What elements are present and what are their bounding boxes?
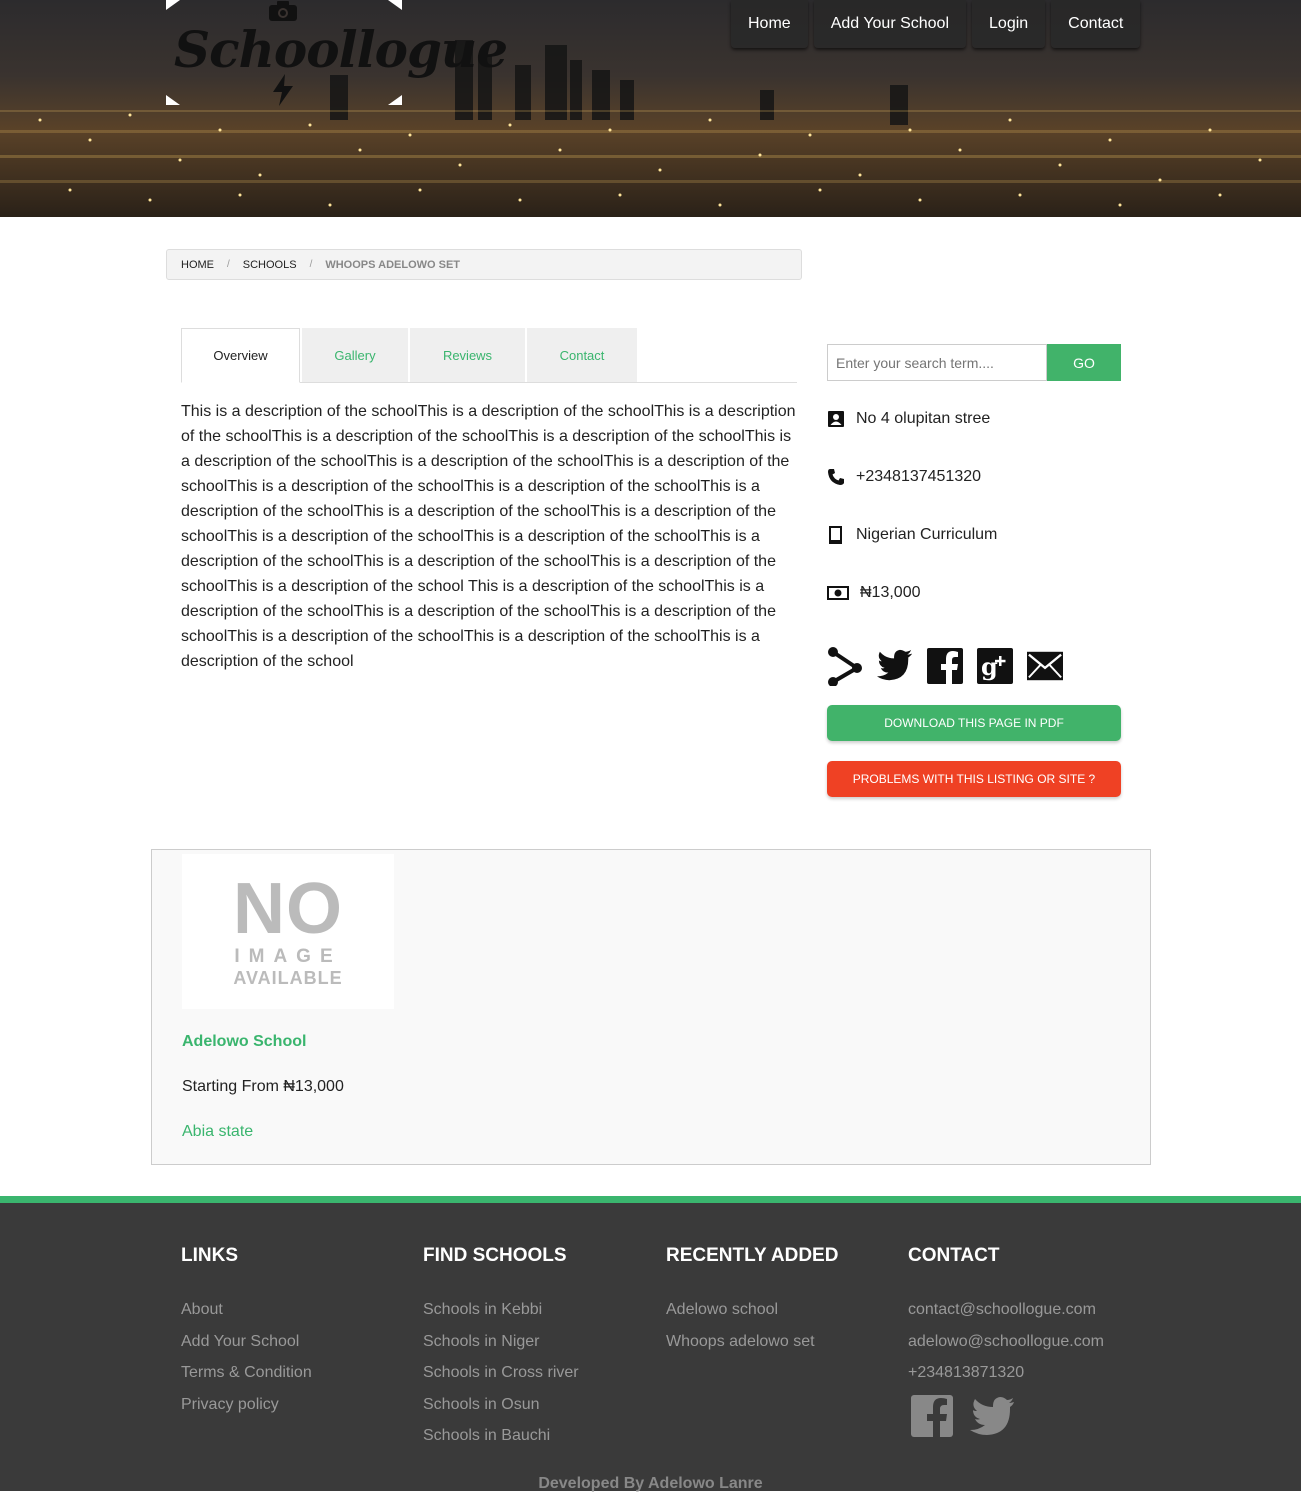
footer-link-add-school[interactable]: Add Your School — [181, 1326, 312, 1358]
footer-link-about[interactable]: About — [181, 1294, 312, 1326]
share-icon[interactable] — [827, 646, 863, 686]
footer-find-osun[interactable]: Schools in Osun — [423, 1389, 579, 1421]
footer-find-niger[interactable]: Schools in Niger — [423, 1326, 579, 1358]
footer-social — [909, 1393, 1015, 1439]
nav-login[interactable]: Login — [972, 0, 1046, 48]
tab-contact[interactable]: Contact — [527, 328, 637, 382]
school-state-link[interactable]: Abia state — [182, 1123, 253, 1141]
footer-link-terms[interactable]: Terms & Condition — [181, 1357, 312, 1389]
footer-twitter-icon[interactable] — [969, 1393, 1015, 1439]
tab-reviews[interactable]: Reviews — [410, 328, 525, 382]
twitter-icon[interactable] — [877, 646, 913, 686]
breadcrumb: HOME / SCHOOLS / WHOOPS ADELOWO SET — [166, 249, 802, 280]
search-input[interactable] — [827, 344, 1047, 381]
breadcrumb-home[interactable]: HOME — [181, 259, 214, 271]
site-footer: LINKS About Add Your School Terms & Cond… — [0, 1196, 1301, 1492]
logo-corner-tr — [388, 0, 402, 10]
camera-icon — [269, 1, 297, 21]
breadcrumb-schools[interactable]: SCHOOLS — [243, 259, 297, 271]
footer-link-privacy[interactable]: Privacy policy — [181, 1389, 312, 1421]
phone-icon — [828, 469, 844, 485]
footer-recent-column: RECENTLY ADDED Adelowo school Whoops ade… — [666, 1245, 838, 1357]
share-bar: g — [827, 646, 1063, 686]
footer-contact-phone: +234813871320 — [908, 1364, 1025, 1381]
hero-banner: Schoollogue Home Add Your School Login C… — [0, 0, 1301, 217]
footer-contact-email-1[interactable]: contact@schoollogue.com — [908, 1294, 1104, 1326]
breadcrumb-separator: / — [309, 259, 313, 270]
tab-overview[interactable]: Overview — [181, 328, 300, 383]
no-image-placeholder: NO IMAGE AVAILABLE — [182, 854, 394, 1009]
no-image-small-text: AVAILABLE — [233, 968, 343, 988]
no-image-big-text: NO — [233, 869, 343, 949]
search-form: GO — [827, 344, 1121, 381]
developer-credit: Developed By Adelowo Lanre — [538, 1475, 763, 1492]
contact-card-icon — [828, 411, 844, 427]
school-description: This is a description of the schoolThis … — [181, 403, 796, 670]
footer-facebook-icon[interactable] — [909, 1393, 955, 1439]
footer-contact-column: CONTACT contact@schoollogue.com adelowo@… — [908, 1245, 1104, 1389]
nav-contact[interactable]: Contact — [1051, 0, 1141, 48]
fee-row: ₦13,000 — [827, 584, 921, 602]
money-icon — [827, 586, 849, 600]
curriculum-row: Nigerian Curriculum — [827, 526, 997, 544]
google-plus-icon[interactable]: g — [977, 646, 1013, 686]
school-price: Starting From ₦13,000 — [182, 1078, 344, 1095]
email-icon[interactable] — [1027, 646, 1063, 686]
footer-find-bauchi[interactable]: Schools in Bauchi — [423, 1420, 579, 1452]
logo-corner-tl — [166, 0, 180, 10]
svg-text:g: g — [981, 652, 998, 681]
footer-find-title: FIND SCHOOLS — [423, 1245, 567, 1266]
footer-find-column: FIND SCHOOLS Schools in Kebbi Schools in… — [423, 1245, 579, 1452]
address-row: No 4 olupitan stree — [827, 410, 990, 428]
breadcrumb-current: WHOOPS ADELOWO SET — [325, 258, 461, 271]
footer-links-column: LINKS About Add Your School Terms & Cond… — [181, 1245, 312, 1420]
search-go-button[interactable]: GO — [1047, 344, 1121, 381]
book-icon — [829, 526, 842, 544]
no-image-mid-text: IMAGE — [234, 946, 342, 967]
breadcrumb-separator: / — [227, 259, 230, 270]
footer-find-cross-river[interactable]: Schools in Cross river — [423, 1357, 579, 1389]
logo-corner-br — [388, 95, 402, 105]
school-tabs: Overview Gallery Reviews Contact — [181, 328, 797, 383]
footer-links-title: LINKS — [181, 1245, 238, 1266]
facebook-icon[interactable] — [927, 646, 963, 686]
logo-corner-bl — [166, 95, 180, 105]
footer-recent-item[interactable]: Adelowo school — [666, 1294, 838, 1326]
download-pdf-button[interactable]: DOWNLOAD THIS PAGE IN PDF — [827, 705, 1121, 741]
address-text: No 4 olupitan stree — [856, 410, 991, 427]
fee-text: ₦13,000 — [860, 584, 921, 601]
site-logo[interactable]: Schoollogue — [166, 0, 508, 106]
main-nav: Home Add Your School Login Contact — [731, 0, 1141, 48]
phone-text: +2348137451320 — [856, 468, 982, 485]
logo-text: Schoollogue — [174, 20, 508, 79]
phone-row: +2348137451320 — [827, 468, 981, 486]
footer-find-kebbi[interactable]: Schools in Kebbi — [423, 1294, 579, 1326]
lightning-bolt-icon — [273, 74, 293, 106]
curriculum-text: Nigerian Curriculum — [856, 526, 998, 543]
footer-contact-email-2[interactable]: adelowo@schoollogue.com — [908, 1326, 1104, 1358]
nav-home[interactable]: Home — [731, 0, 808, 48]
school-listing-card: NO IMAGE AVAILABLE Adelowo School Starti… — [151, 849, 1151, 1165]
footer-recent-item[interactable]: Whoops adelowo set — [666, 1326, 838, 1358]
nav-add-school[interactable]: Add Your School — [813, 0, 967, 48]
footer-recent-title: RECENTLY ADDED — [666, 1245, 839, 1266]
footer-contact-title: CONTACT — [908, 1245, 1000, 1266]
school-name-link[interactable]: Adelowo School — [182, 1033, 306, 1051]
tab-gallery[interactable]: Gallery — [302, 328, 408, 382]
report-problem-button[interactable]: PROBLEMS WITH THIS LISTING OR SITE ? — [827, 761, 1121, 797]
